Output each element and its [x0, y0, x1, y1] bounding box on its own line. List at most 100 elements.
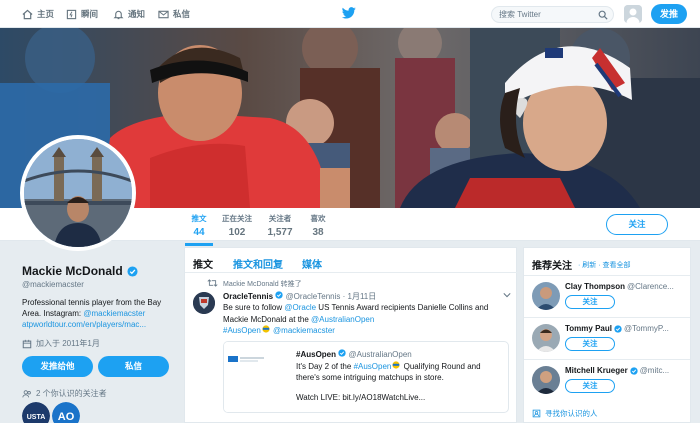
tab-tweets[interactable]: 推文	[193, 256, 213, 271]
follow-button[interactable]: 关注	[606, 214, 668, 235]
stat-followers-value: 1,577	[267, 227, 293, 238]
recommendation-avatar[interactable]	[532, 324, 560, 352]
profile-photo	[24, 139, 132, 247]
tab-media[interactable]: 媒体	[302, 256, 322, 271]
ao-thumbnail	[224, 342, 288, 412]
user-photo	[532, 324, 560, 352]
recommendation-avatar[interactable]	[532, 282, 560, 310]
recommendation-handle: @Clarence...	[627, 282, 674, 291]
twitter-bird-icon[interactable]	[342, 7, 356, 19]
oracle-tennis-logo	[193, 292, 215, 314]
tweet-date[interactable]: · 1月11日	[343, 292, 377, 301]
timeline-tabs: 推文 推文和回复 媒体	[185, 248, 518, 273]
profile-name-text: Mackie McDonald	[22, 264, 123, 278]
svg-text:USTA: USTA	[27, 414, 46, 421]
stat-followers[interactable]: 关注者 1,577	[266, 213, 294, 238]
profile-handle: @mackiemacster	[22, 280, 84, 289]
svg-text:AO: AO	[58, 411, 75, 423]
stat-following[interactable]: 正在关注 102	[220, 213, 254, 238]
stat-likes[interactable]: 喜欢 38	[307, 213, 329, 238]
mutual-avatar-ao[interactable]: AO	[52, 402, 80, 423]
nav-moments-label: 瞬间	[81, 9, 99, 19]
top-navigation-bar: 主页 瞬间 通知 私信 搜索 Twitter 发推	[0, 0, 700, 28]
nav-home-label: 主页	[37, 9, 55, 19]
tweet-header: OracleTennis @OracleTennis · 1月11日	[223, 291, 376, 302]
mention-mackiemacster[interactable]: @mackiemacster	[273, 326, 335, 335]
recommendation-handle: @TommyP...	[623, 324, 669, 333]
who-to-follow-actions[interactable]: · 刷新 · 查看全部	[578, 260, 631, 270]
user-avatar[interactable]	[624, 5, 642, 23]
recommendation-name[interactable]: Clay Thompson @Clarence...	[565, 282, 689, 291]
tweet-button[interactable]: 发推	[651, 4, 687, 24]
retweet-context[interactable]: Mackie McDonald 转推了	[223, 279, 302, 289]
recommendation-follow-button[interactable]: 关注	[565, 295, 615, 309]
quoted-tweet-title[interactable]: #AusOpen	[296, 350, 336, 359]
contacts-icon	[532, 409, 541, 418]
verified-badge-icon	[127, 265, 138, 277]
user-photo	[532, 282, 560, 310]
recommendation-name[interactable]: Tommy Paul @TommyP...	[565, 324, 689, 333]
bio-instagram-link[interactable]: @mackiemacster	[83, 309, 145, 318]
recommendation-follow-button[interactable]: 关注	[565, 337, 615, 351]
retweet-icon	[207, 279, 218, 287]
quoted-hashtag-ausopen[interactable]: #AusOpen	[354, 362, 392, 371]
search-icon[interactable]	[598, 10, 608, 20]
ausopen-emoji-icon	[392, 361, 400, 369]
nav-notifications-label: 通知	[128, 9, 146, 19]
nav-messages-label: 私信	[173, 9, 191, 19]
recommendation-display-name: Mitchell Krueger	[565, 366, 628, 375]
find-people-link[interactable]: 寻找你认识的人	[532, 408, 598, 419]
mutual-followers[interactable]: 2 个你认识的关注者	[22, 388, 107, 399]
nav-messages[interactable]: 私信	[158, 0, 190, 28]
tweet-author-avatar[interactable]	[193, 292, 215, 314]
tweet-author-handle[interactable]: @OracleTennis	[286, 292, 341, 301]
tweet-to-button[interactable]: 发推给他	[22, 356, 93, 377]
verified-badge-icon	[630, 366, 638, 375]
stat-followers-label: 关注者	[268, 214, 292, 223]
stat-tweets[interactable]: 推文 44	[185, 213, 213, 246]
hashtag-ausopen[interactable]: #AusOpen	[223, 326, 261, 335]
quoted-tweet-link[interactable]: Watch LIVE: bit.ly/AO18WatchLive...	[296, 393, 425, 402]
recommendation-follow-button[interactable]: 关注	[565, 379, 615, 393]
profile-avatar[interactable]	[20, 135, 136, 251]
mention-australian-open[interactable]: @AustralianOpen	[311, 315, 374, 324]
stat-likes-value: 38	[312, 227, 324, 238]
message-button[interactable]: 私信	[98, 356, 169, 377]
recommendation-name[interactable]: Mitchell Krueger @mitc...	[565, 366, 689, 375]
mention-oracle[interactable]: @Oracle	[284, 303, 316, 312]
stat-tweets-label: 推文	[191, 214, 207, 223]
chevron-down-icon[interactable]	[503, 292, 511, 298]
find-people-text: 寻找你认识的人	[545, 409, 598, 418]
recommendation-avatar[interactable]	[532, 366, 560, 394]
tweet-author-name[interactable]: OracleTennis	[223, 292, 273, 301]
nav-moments[interactable]: 瞬间	[66, 0, 98, 28]
quoted-text-part-1: It's Day 2 of the	[296, 362, 354, 371]
tweet-timeline: 推文 推文和回复 媒体 Mackie McDonald 转推了 OracleTe…	[184, 247, 518, 423]
recommendation-display-name: Clay Thompson	[565, 282, 626, 291]
mutual-avatar-usta[interactable]: USTA	[22, 402, 50, 423]
recommendation-item: Clay Thompson @Clarence... 关注	[524, 275, 690, 317]
lightning-icon	[66, 9, 77, 19]
tab-tweets-and-replies[interactable]: 推文和回复	[233, 256, 283, 271]
recommendation-item: Mitchell Krueger @mitc... 关注	[524, 359, 690, 401]
nav-home[interactable]: 主页	[22, 0, 54, 28]
user-photo	[532, 366, 560, 394]
home-icon	[22, 9, 33, 19]
quoted-tweet[interactable]: #AusOpen @AustralianOpen It's Day 2 of t…	[223, 341, 509, 413]
mutual-followers-text: 2 个你认识的关注者	[36, 389, 107, 398]
who-to-follow: 推荐关注 · 刷新 · 查看全部 Clay Thompson @Clarence…	[523, 247, 691, 423]
search-input[interactable]: 搜索 Twitter	[491, 6, 614, 23]
verified-badge-icon	[338, 349, 346, 357]
bio-website-link[interactable]: atpworldtour.com/en/players/mac...	[22, 319, 172, 330]
search-placeholder: 搜索 Twitter	[499, 10, 541, 19]
bio-line-2-prefix: Area. Instagram:	[22, 309, 84, 318]
quoted-tweet-handle[interactable]: @AustralianOpen	[348, 350, 411, 359]
quoted-tweet-text: It's Day 2 of the #AusOpen Qualifying Ro…	[296, 361, 504, 383]
verified-badge-icon	[275, 291, 283, 299]
nav-notifications[interactable]: 通知	[113, 0, 145, 28]
default-avatar-icon	[624, 5, 642, 23]
recommendation-handle: @mitc...	[639, 366, 670, 375]
calendar-icon	[22, 339, 32, 348]
usta-logo: USTA	[22, 402, 50, 423]
stat-tweets-value: 44	[193, 227, 205, 238]
